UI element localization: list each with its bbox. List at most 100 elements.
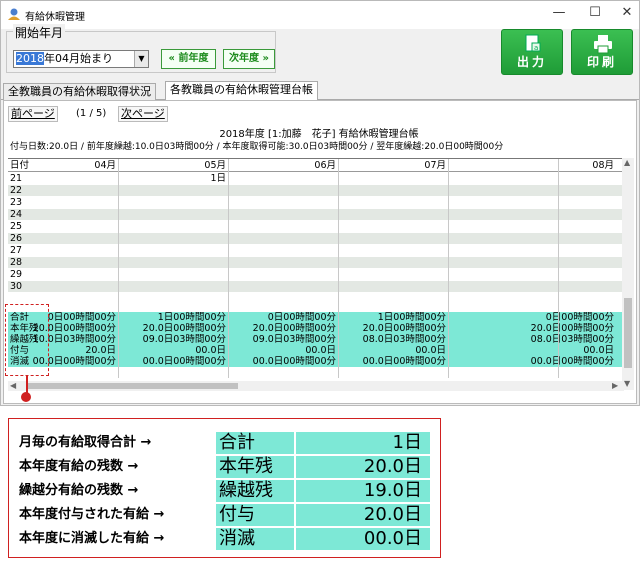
day-cell[interactable]: [118, 281, 228, 292]
day-cell[interactable]: [448, 209, 616, 220]
summary-cell: 20.0日00時間00分: [530, 323, 614, 334]
vertical-scroll-thumb[interactable]: [624, 298, 632, 368]
day-cell[interactable]: [228, 173, 338, 184]
scroll-left-icon[interactable]: ◀: [10, 381, 16, 390]
summary-cell: 20.0日00時間00分: [252, 323, 336, 334]
grid-column-divider: [228, 159, 229, 378]
summary-cell: 0日00時間00分: [267, 312, 336, 323]
day-cell[interactable]: [448, 221, 616, 232]
day-cell[interactable]: [228, 281, 338, 292]
next-page-button[interactable]: 次ページ: [118, 106, 168, 122]
horizontal-scroll-thumb[interactable]: [28, 383, 238, 389]
summary-cell: 08.0日03時間00分: [530, 334, 614, 345]
day-cell[interactable]: [8, 233, 118, 244]
day-cell[interactable]: [338, 209, 448, 220]
day-cell[interactable]: [118, 233, 228, 244]
day-cell[interactable]: [8, 221, 118, 232]
summary-cell: 00.0日00時間00分: [530, 356, 614, 367]
day-cell[interactable]: [118, 257, 228, 268]
day-cell[interactable]: [118, 221, 228, 232]
day-cell[interactable]: [338, 221, 448, 232]
day-cell[interactable]: [338, 173, 448, 184]
day-cell[interactable]: [338, 269, 448, 280]
day-cell[interactable]: [228, 293, 338, 304]
day-cell[interactable]: [338, 245, 448, 256]
ledger-summary: 付与日数:20.0日 / 前年度繰越:10.0日03時間00分 / 本年度取得可…: [10, 142, 504, 152]
summary-cell: 0日00時間00分: [545, 312, 614, 323]
day-cell[interactable]: [228, 209, 338, 220]
day-cell[interactable]: [8, 245, 118, 256]
day-cell[interactable]: 1日: [118, 173, 228, 184]
day-row: 23: [8, 197, 624, 208]
summary-cell: 00.0日00時間00分: [362, 356, 446, 367]
day-cell[interactable]: [448, 245, 616, 256]
day-cell[interactable]: [8, 281, 118, 292]
day-cell[interactable]: [228, 197, 338, 208]
tab-all-staff-status[interactable]: 全教職員の有給休暇取得状況: [3, 83, 156, 100]
day-cell[interactable]: [448, 197, 616, 208]
next-year-button[interactable]: 次年度 »: [223, 49, 275, 69]
day-cell[interactable]: [448, 281, 616, 292]
day-cell[interactable]: [118, 293, 228, 304]
summary-cell: 20.0日00時間00分: [362, 323, 446, 334]
scroll-right-icon[interactable]: ▶: [612, 381, 618, 390]
horizontal-scrollbar[interactable]: ◀ ▶: [8, 381, 624, 391]
grid-column-divider: [118, 159, 119, 378]
day-row: 27: [8, 245, 624, 256]
day-row: 22: [8, 185, 624, 196]
summary-cell: 00.0日00時間00分: [252, 356, 336, 367]
day-cell[interactable]: [448, 257, 616, 268]
day-cell[interactable]: [448, 293, 616, 304]
day-cell[interactable]: [228, 269, 338, 280]
legend-sample-label: 繰越残: [215, 479, 295, 503]
chevron-down-icon[interactable]: ▼: [134, 51, 148, 67]
day-cell[interactable]: [8, 257, 118, 268]
day-cell[interactable]: [448, 233, 616, 244]
prev-page-button[interactable]: 前ページ: [8, 106, 58, 122]
output-button[interactable]: a 出力: [501, 29, 563, 75]
day-cell[interactable]: [228, 257, 338, 268]
day-cell[interactable]: [448, 269, 616, 280]
day-cell[interactable]: [448, 185, 616, 196]
day-cell[interactable]: [338, 293, 448, 304]
day-cell[interactable]: [118, 245, 228, 256]
day-cell[interactable]: [118, 209, 228, 220]
day-cell[interactable]: [228, 245, 338, 256]
day-cell[interactable]: [338, 233, 448, 244]
day-cell[interactable]: [228, 233, 338, 244]
ledger-pane: 前ページ (1 / 5) 次ページ 2018年度 [1:加藤 花子] 有給休暇管…: [3, 100, 637, 404]
day-cell[interactable]: [228, 221, 338, 232]
day-cell[interactable]: [338, 281, 448, 292]
day-cell[interactable]: [118, 197, 228, 208]
scroll-up-icon[interactable]: ▲: [624, 158, 630, 167]
day-cell[interactable]: [228, 185, 338, 196]
print-button[interactable]: 印刷: [571, 29, 633, 75]
grid-header-row: 日付 04月 05月 06月 07月 08月: [8, 159, 624, 172]
day-cell[interactable]: [338, 185, 448, 196]
svg-text:a: a: [534, 44, 538, 52]
close-icon[interactable]: ✕: [607, 1, 640, 27]
document-export-icon: a: [525, 34, 541, 52]
period-select[interactable]: 2018年04月始まり ▼: [13, 50, 149, 68]
minimize-icon[interactable]: —: [539, 1, 579, 27]
day-cell[interactable]: [448, 173, 616, 184]
tab-strip: 全教職員の有給休暇取得状況 各教職員の有給休暇管理台帳: [1, 81, 639, 101]
day-cell[interactable]: [338, 257, 448, 268]
vertical-scrollbar[interactable]: ▲ ▼: [622, 158, 634, 390]
day-cell[interactable]: [118, 269, 228, 280]
day-cell[interactable]: [338, 197, 448, 208]
day-cell[interactable]: [8, 269, 118, 280]
day-cell[interactable]: [8, 293, 118, 304]
day-cell[interactable]: [8, 185, 118, 196]
day-cell[interactable]: [118, 185, 228, 196]
day-cell[interactable]: [8, 209, 118, 220]
tab-staff-ledger[interactable]: 各教職員の有給休暇管理台帳: [165, 81, 318, 101]
scroll-down-icon[interactable]: ▼: [624, 379, 630, 388]
summary-cell: 09.0日03時間00分: [142, 334, 226, 345]
prev-year-button[interactable]: « 前年度: [161, 49, 216, 69]
legend-sample-label: 消滅: [215, 527, 295, 551]
summary-row: 本年残 20.0日00時間00分 20.0日00時間00分 20.0日00時間00分 2…: [8, 323, 624, 334]
day-cell[interactable]: [8, 173, 118, 184]
day-cell[interactable]: [8, 197, 118, 208]
legend-sample-value: 19.0日: [295, 479, 431, 503]
